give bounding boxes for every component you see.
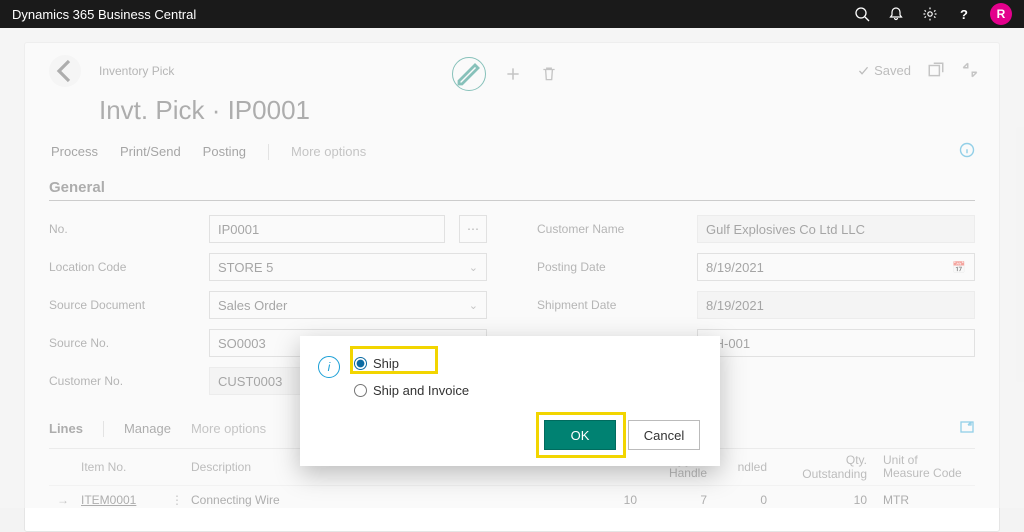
col-handled[interactable]: ndled xyxy=(715,460,775,474)
app-title: Dynamics 365 Business Central xyxy=(12,7,854,22)
radio-ship-label: Ship xyxy=(373,356,399,371)
tab-more[interactable]: More options xyxy=(291,144,366,159)
dialog-options: Ship Ship and Invoice xyxy=(354,356,469,398)
dialog-body: i Ship Ship and Invoice xyxy=(318,356,700,398)
action-tabs: Process Print/Send Posting More options xyxy=(51,142,975,161)
lines-heading: Lines xyxy=(49,421,83,436)
radio-ship-invoice[interactable]: Ship and Invoice xyxy=(354,383,469,398)
radio-ship-invoice-label: Ship and Invoice xyxy=(373,383,469,398)
radio-ship-input[interactable] xyxy=(354,357,367,370)
head-actions xyxy=(452,57,558,91)
breadcrumb: Inventory Pick xyxy=(99,64,174,78)
saved-indicator: Saved xyxy=(857,63,911,78)
label-customer-no: Customer No. xyxy=(49,374,199,388)
tab-process[interactable]: Process xyxy=(51,144,98,159)
plus-icon[interactable] xyxy=(504,65,522,83)
cell-outstanding: 10 xyxy=(775,493,875,507)
radio-ship[interactable]: Ship xyxy=(354,356,469,371)
avatar[interactable]: R xyxy=(990,3,1012,25)
calendar-icon[interactable]: 📅 xyxy=(952,261,966,274)
section-rule xyxy=(49,200,975,201)
tab-print[interactable]: Print/Send xyxy=(120,144,181,159)
input-no[interactable]: IP0001 xyxy=(209,215,445,243)
gear-icon[interactable] xyxy=(922,6,938,22)
input-posting-date[interactable]: 8/19/2021📅 xyxy=(697,253,975,281)
label-customer-name: Customer Name xyxy=(537,222,687,236)
label-source-doc: Source Document xyxy=(49,298,199,312)
tab-posting[interactable]: Posting xyxy=(203,144,246,159)
lines-manage[interactable]: Manage xyxy=(124,421,171,436)
top-bar: Dynamics 365 Business Central ? R xyxy=(0,0,1024,28)
tab-separator xyxy=(268,144,269,160)
chevron-down-icon: ⌄ xyxy=(469,261,478,274)
input-customer-name: Gulf Explosives Co Ltd LLC xyxy=(697,215,975,243)
cancel-button[interactable]: Cancel xyxy=(628,420,700,450)
field-location: Location Code STORE 5⌄ xyxy=(49,253,487,281)
col-item-no[interactable]: Item No. xyxy=(73,460,163,474)
lines-more[interactable]: More options xyxy=(191,421,266,436)
row-menu-icon[interactable]: ⋮ xyxy=(163,493,183,507)
lines-separator xyxy=(103,421,104,437)
field-no: No. IP0001 ⋯ xyxy=(49,215,487,243)
radio-ship-invoice-input[interactable] xyxy=(354,384,367,397)
chevron-down-icon: ⌄ xyxy=(469,299,478,312)
topbar-icons: ? R xyxy=(854,3,1012,25)
edit-button[interactable] xyxy=(452,57,486,91)
bell-icon[interactable] xyxy=(888,6,904,22)
field-posting-date: Posting Date 8/19/2021📅 xyxy=(537,253,975,281)
collapse-icon[interactable] xyxy=(961,61,979,79)
row-arrow-icon: → xyxy=(49,493,73,507)
label-source-no: Source No. xyxy=(49,336,199,350)
info-icon: i xyxy=(318,356,340,378)
dialog-footer: OK Cancel xyxy=(318,420,700,450)
cell-description: Connecting Wire xyxy=(183,493,581,507)
input-ext-doc[interactable]: SH-001 xyxy=(697,329,975,357)
cell-qty: 10 xyxy=(581,493,645,507)
cell-uom: MTR xyxy=(875,493,975,507)
help-icon[interactable]: ? xyxy=(956,6,972,22)
cell-item-no[interactable]: ITEM0001 xyxy=(73,493,163,507)
label-location: Location Code xyxy=(49,260,199,274)
field-shipment-date: Shipment Date 8/19/2021 xyxy=(537,291,975,319)
info-icon[interactable] xyxy=(959,142,975,161)
label-posting-date: Posting Date xyxy=(537,260,687,274)
ok-button[interactable]: OK xyxy=(544,420,616,450)
field-customer-name: Customer Name Gulf Explosives Co Ltd LLC xyxy=(537,215,975,243)
lines-expand-icon[interactable] xyxy=(959,419,975,438)
label-no: No. xyxy=(49,222,199,236)
cell-to-handle: 7 xyxy=(645,493,715,507)
label-shipment-date: Shipment Date xyxy=(537,298,687,312)
col-uom[interactable]: Unit of Measure Code xyxy=(875,454,975,480)
lookup-no[interactable]: ⋯ xyxy=(459,215,487,243)
search-icon[interactable] xyxy=(854,6,870,22)
head-right: Saved xyxy=(857,61,979,79)
field-source-doc: Source Document Sales Order⌄ xyxy=(49,291,487,319)
back-button[interactable] xyxy=(49,55,81,87)
table-row[interactable]: → ITEM0001 ⋮ Connecting Wire 10 7 0 10 M… xyxy=(49,485,975,513)
input-location[interactable]: STORE 5⌄ xyxy=(209,253,487,281)
page-title: Invt. Pick · IP0001 xyxy=(99,95,975,126)
input-source-doc[interactable]: Sales Order⌄ xyxy=(209,291,487,319)
popout-icon[interactable] xyxy=(927,61,945,79)
col-outstanding[interactable]: Qty. Outstanding xyxy=(775,453,875,481)
posting-dialog: i Ship Ship and Invoice OK Cancel xyxy=(300,336,720,466)
input-shipment-date: 8/19/2021 xyxy=(697,291,975,319)
trash-icon[interactable] xyxy=(540,65,558,83)
cell-handled: 0 xyxy=(715,493,775,507)
section-general: General xyxy=(49,179,975,196)
